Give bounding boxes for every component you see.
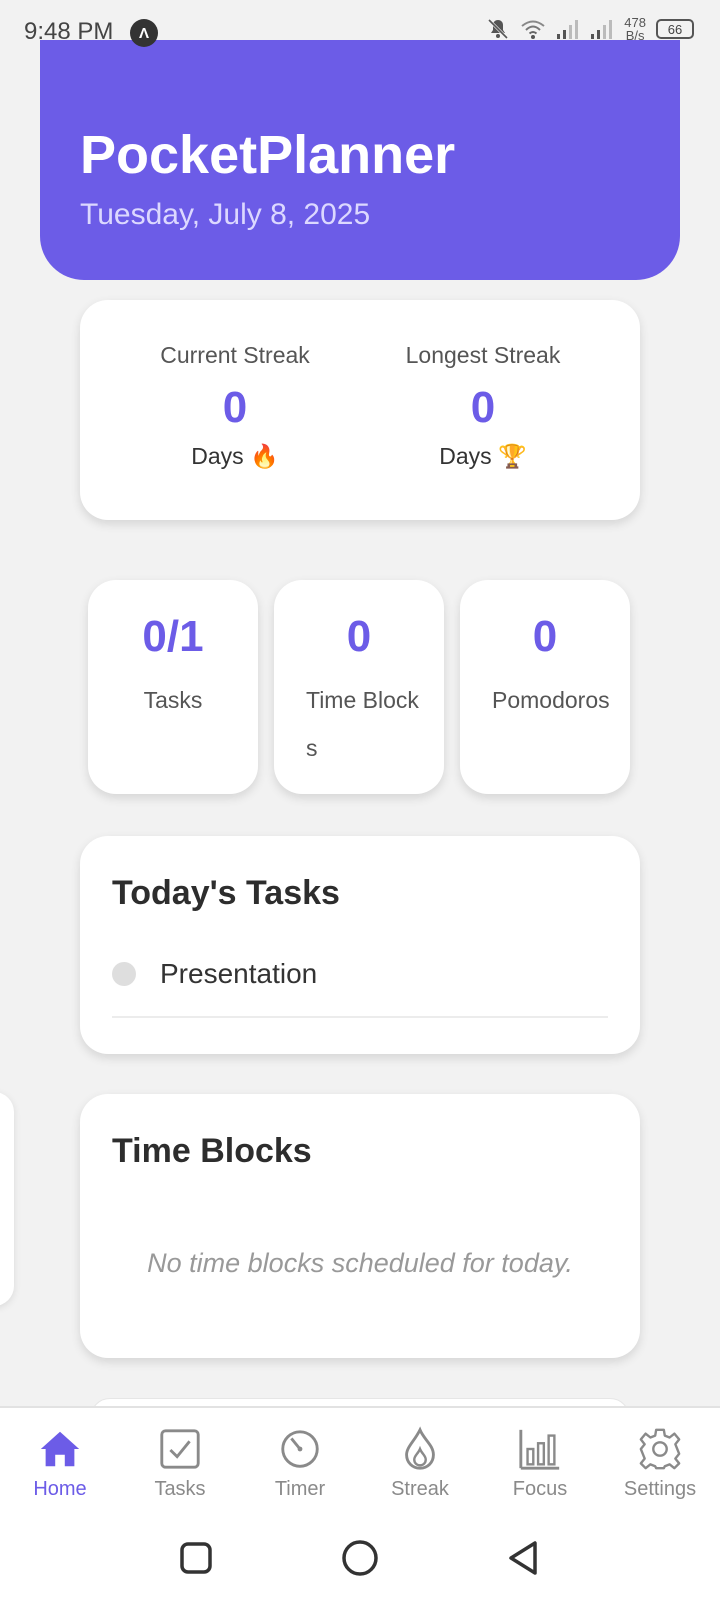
current-streak-value: 0: [222, 383, 248, 432]
longest-streak-value: 0: [470, 383, 496, 432]
mute-bell-icon: [488, 18, 509, 40]
current-streak: Current Streak 0 Days 🔥: [115, 342, 355, 470]
battery-icon: 66: [656, 19, 694, 39]
longest-streak-unit: Days 🏆: [439, 443, 527, 469]
longest-streak-label: Longest Streak: [405, 342, 561, 368]
signal-1-icon: [557, 20, 579, 39]
status-icons: 478 B/s 66: [486, 16, 694, 42]
flame-icon: [405, 1426, 435, 1470]
nav-label: Timer: [274, 1478, 326, 1500]
empty-state-message: No time blocks scheduled for today.: [147, 1248, 573, 1278]
stat-value: 0/1: [142, 612, 204, 661]
network-speed-unit: B/s: [625, 28, 645, 43]
stat-label: Tasks: [143, 687, 203, 713]
signal-2-icon: [591, 20, 613, 39]
status-time: 9:48 PM: [24, 18, 114, 45]
longest-streak: Longest Streak 0 Days 🏆: [363, 342, 603, 470]
time-blocks-card: Time Blocks No time blocks scheduled for…: [80, 1094, 640, 1358]
wifi-icon: [521, 20, 545, 39]
stat-value: 0: [532, 612, 558, 661]
recents-square-icon[interactable]: [174, 1536, 218, 1580]
current-streak-label: Current Streak: [160, 342, 310, 368]
nav-streak[interactable]: Streak: [360, 1408, 480, 1516]
gear-icon: [639, 1428, 681, 1470]
current-streak-unit: Days 🔥: [191, 443, 279, 469]
nav-settings[interactable]: Settings: [600, 1408, 720, 1516]
stat-value: 0: [346, 612, 372, 661]
stat-label: Pomodoros: [492, 687, 610, 713]
task-item[interactable]: Presentation: [112, 950, 608, 1018]
todays-tasks-card: Today's Tasks Presentation: [80, 836, 640, 1054]
nav-label: Focus: [512, 1478, 568, 1500]
bar-chart-icon: [519, 1429, 560, 1470]
bottom-nav: Home Tasks Timer Streak Focus Settings: [0, 1406, 720, 1516]
nav-label: Tasks: [154, 1478, 206, 1500]
home-icon: [40, 1431, 80, 1467]
nav-label: Streak: [391, 1478, 449, 1500]
nav-label: Home: [33, 1478, 87, 1500]
back-triangle-icon[interactable]: [502, 1536, 546, 1580]
checkbox-icon: [160, 1429, 200, 1469]
nav-timer[interactable]: Timer: [240, 1408, 360, 1516]
nav-home[interactable]: Home: [0, 1408, 120, 1516]
offscreen-card-edge: [0, 1092, 14, 1306]
stat-card-tasks: 0/1 Tasks: [88, 580, 258, 794]
streak-card: Current Streak 0 Days 🔥 Longest Streak 0…: [80, 300, 640, 520]
app-title: PocketPlanner: [80, 125, 456, 185]
task-checkbox[interactable]: [112, 962, 136, 986]
network-speed: 478 B/s: [624, 16, 646, 42]
app-notification-icon: Λ: [130, 19, 158, 47]
home-circle-icon[interactable]: [338, 1536, 382, 1580]
section-title: Time Blocks: [112, 1132, 312, 1170]
stat-card-time-blocks: 0 Time Blocks: [274, 580, 444, 794]
stat-label: Time Blocks: [306, 687, 419, 761]
status-bar: 9:48 PM Λ 478 B/s 66: [0, 0, 720, 64]
task-title: Presentation: [160, 958, 318, 989]
current-date: Tuesday, July 8, 2025: [80, 198, 371, 231]
nav-tasks[interactable]: Tasks: [120, 1408, 240, 1516]
stat-card-pomodoros: 0 Pomodoros: [460, 580, 630, 794]
nav-focus[interactable]: Focus: [480, 1408, 600, 1516]
app-header: PocketPlanner Tuesday, July 8, 2025: [40, 40, 680, 280]
nav-label: Settings: [623, 1478, 697, 1500]
system-nav-bar: [0, 1516, 720, 1600]
timer-icon: [281, 1430, 319, 1468]
section-title: Today's Tasks: [112, 874, 340, 912]
